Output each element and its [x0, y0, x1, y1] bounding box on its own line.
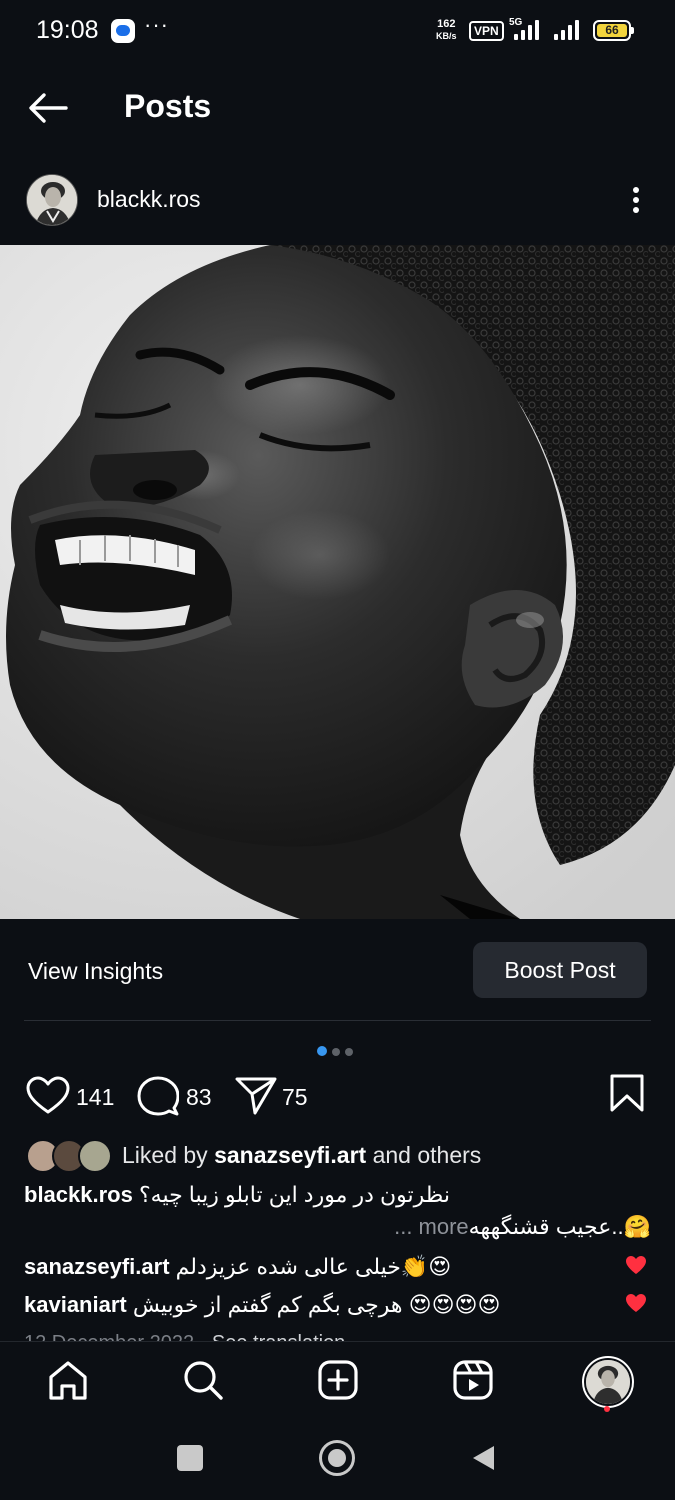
messenger-icon: [111, 19, 135, 43]
liked-by-user[interactable]: sanazseyfi.art: [214, 1142, 366, 1168]
nav-home[interactable]: [46, 1358, 90, 1402]
liked-by-text[interactable]: Liked by sanazseyfi.art and others: [122, 1142, 481, 1169]
comment-row: sanazseyfi.art خیلی عالی شده عزیزدلم👏😍: [24, 1254, 451, 1280]
view-insights-link[interactable]: View Insights: [28, 958, 163, 985]
search-icon: [184, 1361, 223, 1400]
carousel-indicator: [317, 1043, 358, 1056]
home-icon: [49, 1361, 87, 1400]
save-button[interactable]: [609, 1074, 645, 1114]
comment-icon: [137, 1076, 179, 1116]
recents-button[interactable]: [177, 1445, 203, 1471]
more-link[interactable]: ... more: [394, 1214, 469, 1239]
caption-text: نظرتون در مورد این تابلو زیبا چیه؟: [138, 1182, 450, 1207]
network-speed: 162 KB/s: [436, 18, 457, 42]
comment-username[interactable]: kavianiart: [24, 1292, 127, 1317]
liked-by-suffix: and others: [372, 1142, 482, 1168]
comment-like-button[interactable]: [625, 1293, 647, 1313]
avatar-portrait: [27, 175, 77, 225]
comments-count: 83: [186, 1084, 212, 1110]
share-icon: [235, 1077, 277, 1115]
battery-level: 66: [597, 24, 627, 37]
nav-search[interactable]: [181, 1358, 225, 1402]
caption-username[interactable]: blackk.ros: [24, 1182, 133, 1207]
notification-dot: [604, 1406, 610, 1412]
back-triangle-icon: [473, 1446, 494, 1470]
bottom-nav: [0, 1341, 675, 1425]
back-system-button[interactable]: [470, 1444, 498, 1472]
nav-reels[interactable]: [451, 1358, 495, 1402]
caption: blackk.ros نظرتون در مورد این تابلو زیبا…: [24, 1182, 450, 1208]
system-navigation-bar: [0, 1425, 675, 1500]
status-time: 19:08: [36, 16, 99, 44]
comment-like-button[interactable]: [625, 1255, 647, 1275]
battery-icon: 66: [593, 20, 634, 41]
post-image[interactable]: [0, 245, 675, 919]
status-bar: 19:08 ··· 162 KB/s VPN 5G 66: [0, 0, 675, 64]
heart-filled-icon: [626, 1294, 646, 1312]
like-button[interactable]: 141: [26, 1074, 118, 1118]
liker-avatar-3: [78, 1139, 112, 1173]
comment-button[interactable]: 83: [137, 1074, 217, 1118]
back-arrow-icon: [29, 93, 68, 123]
caption-continued: ... moreعجیب قشنگههه..🤗: [394, 1214, 651, 1240]
bookmark-icon: [610, 1074, 644, 1112]
reels-icon: [453, 1360, 493, 1400]
signal-icon-2: [554, 20, 586, 40]
post-username[interactable]: blackk.ros: [97, 186, 201, 213]
avatar[interactable]: [26, 174, 78, 226]
home-system-button[interactable]: [319, 1440, 355, 1476]
network-speed-value: 162: [437, 18, 456, 30]
profile-avatar-portrait: [586, 1360, 630, 1404]
liker-avatars[interactable]: [26, 1139, 112, 1173]
share-button[interactable]: 75: [235, 1074, 315, 1118]
heart-filled-icon: [626, 1256, 646, 1274]
divider: [24, 1020, 651, 1021]
heart-icon: [26, 1076, 70, 1114]
portrait-drawing: [0, 245, 675, 919]
carousel-dot: [345, 1048, 353, 1056]
liked-by-prefix: Liked by: [122, 1142, 208, 1168]
vpn-badge: VPN: [469, 21, 504, 41]
nav-create[interactable]: [316, 1358, 360, 1402]
shares-count: 75: [282, 1084, 308, 1110]
boost-post-button[interactable]: Boost Post: [473, 942, 647, 998]
page-title: Posts: [124, 88, 212, 124]
signal-icon: [514, 20, 546, 40]
create-icon: [318, 1360, 358, 1400]
network-speed-unit: KB/s: [436, 31, 457, 41]
carousel-dot: [332, 1048, 340, 1056]
likes-count: 141: [76, 1084, 115, 1110]
status-overflow-icon: ···: [144, 12, 169, 37]
comment-username[interactable]: sanazseyfi.art: [24, 1254, 170, 1279]
more-options-button[interactable]: [620, 182, 652, 218]
caption-text-2: عجیب قشنگههه..🤗: [468, 1214, 651, 1239]
comment-row: kavianiart هرچی بگم کم گفتم از خوبیش 😍😍😍…: [24, 1292, 500, 1318]
comment-text: هرچی بگم کم گفتم از خوبیش 😍😍😍😍: [132, 1292, 501, 1317]
nav-profile[interactable]: [582, 1356, 634, 1408]
profile-icon: [586, 1360, 630, 1404]
carousel-dot-active: [317, 1046, 327, 1056]
comment-text: خیلی عالی شده عزیزدلم👏😍: [175, 1254, 452, 1279]
back-button[interactable]: [26, 88, 70, 128]
